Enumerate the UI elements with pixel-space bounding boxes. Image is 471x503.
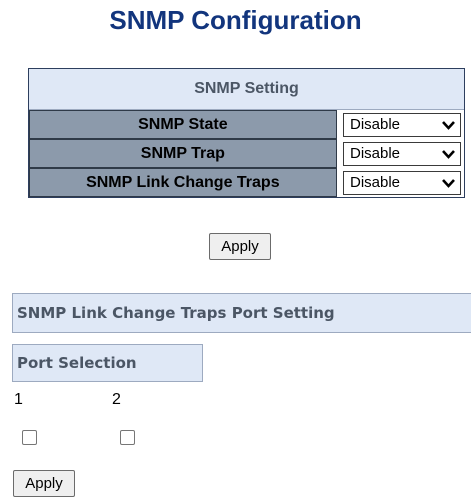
snmp-state-value: Disable (350, 116, 401, 133)
snmp-trap-row: SNMP Trap Disable (29, 139, 464, 168)
snmp-link-change-traps-row: SNMP Link Change Traps Disable (29, 168, 464, 197)
chevron-down-icon (442, 149, 455, 159)
page-title: SNMP Configuration (109, 5, 362, 35)
port-1-checkbox[interactable] (22, 430, 37, 445)
snmp-state-label: SNMP State (29, 110, 337, 139)
port-selection-header: Port Selection (12, 344, 203, 382)
snmp-trap-select[interactable]: Disable (343, 141, 461, 166)
snmp-link-change-traps-label: SNMP Link Change Traps (29, 168, 337, 197)
snmp-setting-header: SNMP Setting (29, 69, 464, 110)
snmp-state-row: SNMP State Disable (29, 110, 464, 139)
snmp-setting-apply-button[interactable]: Apply (209, 233, 271, 260)
chevron-down-icon (442, 178, 455, 188)
snmp-trap-label: SNMP Trap (29, 139, 337, 168)
port-setting-apply-button[interactable]: Apply (13, 470, 75, 497)
port-2-checkbox[interactable] (120, 430, 135, 445)
snmp-setting-table: SNMP Setting SNMP State Disable SNMP Tra… (28, 68, 465, 198)
port-setting-header: SNMP Link Change Traps Port Setting (12, 293, 471, 333)
port-1-label: 1 (14, 391, 23, 408)
snmp-state-select[interactable]: Disable (343, 112, 461, 137)
snmp-link-change-traps-value: Disable (350, 174, 401, 191)
snmp-link-change-traps-select[interactable]: Disable (343, 170, 461, 195)
snmp-trap-value: Disable (350, 145, 401, 162)
chevron-down-icon (442, 120, 455, 130)
port-2-label: 2 (112, 391, 121, 408)
